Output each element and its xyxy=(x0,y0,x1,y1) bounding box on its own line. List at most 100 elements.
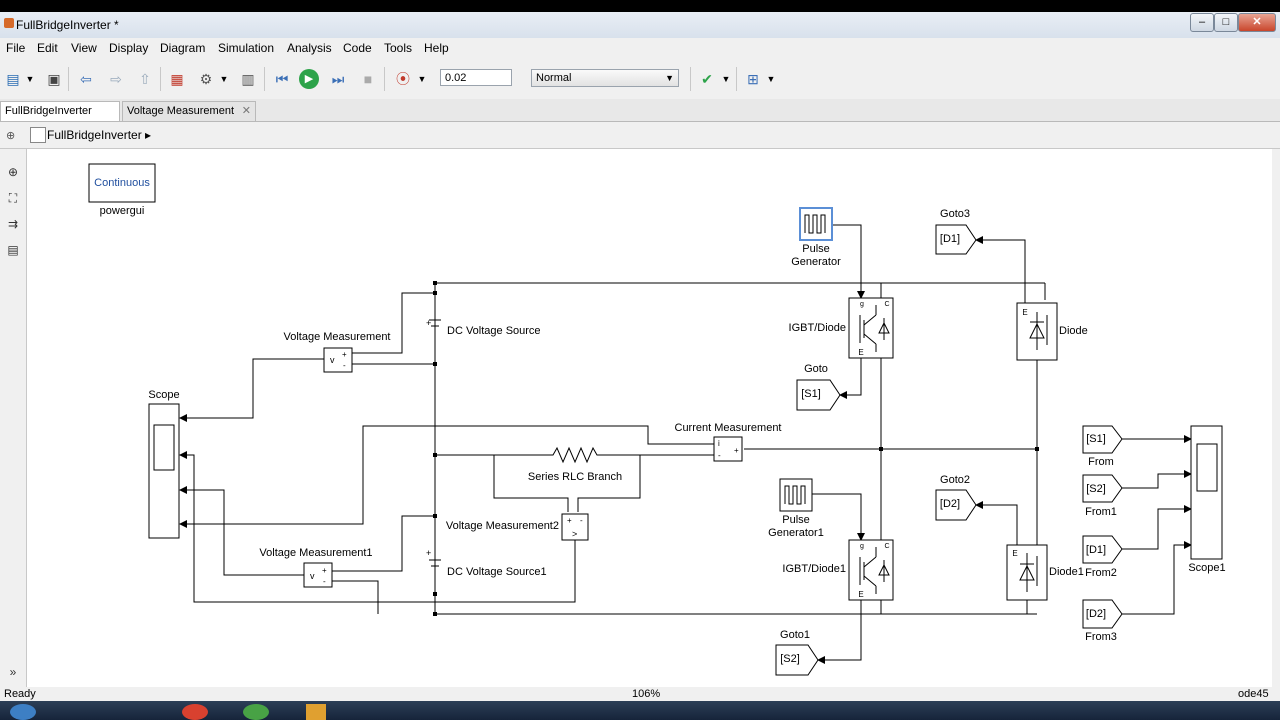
wire-rlc-vm2-minus[interactable] xyxy=(577,455,641,512)
build-icon[interactable]: ⊞ xyxy=(743,69,763,89)
cm-port-i: i xyxy=(718,439,720,448)
series-rlc-branch-block[interactable]: Series RLC Branch xyxy=(528,446,622,483)
expand-chevron-icon[interactable]: » xyxy=(5,665,21,679)
back-arrow-icon[interactable]: ⇦ xyxy=(76,69,96,89)
goto-block[interactable]: Goto [S1] xyxy=(796,363,841,411)
wire-from1-to-scope1[interactable] xyxy=(1122,470,1192,489)
vm1-port-minus: - xyxy=(323,577,326,586)
record-icon[interactable]: ⦿ xyxy=(393,69,413,89)
stop-icon[interactable]: ■ xyxy=(358,69,378,89)
igbt-port-c: C xyxy=(884,301,889,308)
menu-edit[interactable]: Edit xyxy=(37,41,58,55)
arrow-right-icon[interactable]: ⇉ xyxy=(5,217,21,231)
scope1-block[interactable]: Scope1 xyxy=(1188,425,1226,574)
powergui-block[interactable]: Continuous powergui xyxy=(88,163,156,217)
goto2-block[interactable]: Goto2 [D2] xyxy=(935,474,977,521)
model-advisor-icon[interactable]: ✔ xyxy=(697,69,717,89)
tab-fullbridgeinverter[interactable]: FullBridgeInverter xyxy=(0,101,120,121)
dc-voltage-source1-block[interactable]: + DC Voltage Source1 xyxy=(426,548,547,578)
wire-rlc-vm2-plus[interactable] xyxy=(493,455,569,512)
zoom-in-icon[interactable]: ⊕ xyxy=(5,165,21,179)
voltage-measurement2-block[interactable]: Voltage Measurement2 + - > xyxy=(446,513,589,541)
wire-vm1-to-scope[interactable] xyxy=(179,486,304,576)
gear-icon[interactable]: ⚙ xyxy=(196,69,216,89)
menu-analysis[interactable]: Analysis xyxy=(287,41,332,55)
save-icon[interactable]: ▣ xyxy=(44,69,64,89)
app-icon[interactable] xyxy=(243,704,269,720)
chevron-down-icon[interactable]: ▼ xyxy=(416,69,428,89)
close-button[interactable]: ✕ xyxy=(1238,13,1276,32)
vertical-scrollbar[interactable] xyxy=(1272,149,1280,687)
tab-voltage-measurement[interactable]: Voltage Measurement ✕ xyxy=(122,101,256,121)
from-block[interactable]: [S1] From xyxy=(1082,425,1123,468)
simulink-app-icon xyxy=(4,18,14,28)
close-icon[interactable]: ✕ xyxy=(242,102,251,121)
diode1-block[interactable]: E Diode1 xyxy=(1006,544,1084,601)
voltage-measurement-block[interactable]: Voltage Measurement v + - xyxy=(283,331,391,373)
wire-igbt1-to-goto1[interactable] xyxy=(817,600,862,664)
wire-vm-plus[interactable] xyxy=(352,292,435,354)
wire-diode1-to-goto2[interactable] xyxy=(975,501,1018,545)
chevron-down-icon[interactable]: ▼ xyxy=(720,69,732,89)
wire-vm1-minus[interactable] xyxy=(332,580,379,614)
fit-to-view-icon[interactable]: ⛶ xyxy=(5,191,21,205)
matlab-icon[interactable] xyxy=(306,704,326,720)
menu-diagram[interactable]: Diagram xyxy=(160,41,205,55)
menu-file[interactable]: File xyxy=(6,41,25,55)
igbt-diode1-block[interactable]: g C E IGBT/Diode1 xyxy=(782,539,894,601)
step-forward-icon[interactable]: ⏭ xyxy=(328,69,348,89)
forward-arrow-icon[interactable]: ⇨ xyxy=(106,69,126,89)
wire-cm-to-scope[interactable] xyxy=(179,425,714,528)
stop-time-input[interactable]: 0.02 xyxy=(440,69,512,86)
menu-help[interactable]: Help xyxy=(424,41,449,55)
menu-view[interactable]: View xyxy=(71,41,97,55)
dc-source1-label: DC Voltage Source1 xyxy=(447,566,547,578)
new-model-icon[interactable]: ▤ xyxy=(3,69,23,89)
chevron-down-icon[interactable]: ▼ xyxy=(765,69,777,89)
menu-display[interactable]: Display xyxy=(109,41,148,55)
menu-code[interactable]: Code xyxy=(343,41,372,55)
wire-diode-to-goto3[interactable] xyxy=(975,236,1026,303)
simulation-mode-select[interactable]: Normal ▼ xyxy=(531,69,679,87)
dc-voltage-source-block[interactable]: + DC Voltage Source xyxy=(426,318,541,337)
library-browser-icon[interactable]: ▦ xyxy=(167,69,187,89)
goto3-block[interactable]: Goto3 [D1] xyxy=(935,208,977,255)
model-canvas[interactable]: Continuous powergui Pulse Generator Puls… xyxy=(27,149,1272,687)
wire-from3-to-scope1[interactable] xyxy=(1122,541,1192,615)
start-button-icon[interactable] xyxy=(10,704,36,720)
igbt-diode-block[interactable]: g C E IGBT/Diode xyxy=(789,297,894,359)
minimize-button[interactable]: – xyxy=(1190,13,1214,32)
wire-from2-to-scope1[interactable] xyxy=(1122,505,1192,550)
run-icon[interactable]: ▶ xyxy=(299,69,319,89)
cm-label: Current Measurement xyxy=(675,422,782,434)
hide-explorer-icon[interactable]: ⊕ xyxy=(6,129,15,142)
maximize-button[interactable]: □ xyxy=(1214,13,1238,32)
pulse-generator-block[interactable]: Pulse Generator xyxy=(791,207,841,268)
pulse-generator1-label-1: Pulse xyxy=(782,514,810,526)
from2-block[interactable]: [D1] From2 xyxy=(1082,535,1123,579)
igbt1-label: IGBT/Diode1 xyxy=(782,563,846,575)
diode1-label: Diode1 xyxy=(1049,566,1084,578)
up-arrow-icon[interactable]: ⇧ xyxy=(135,69,155,89)
from3-block[interactable]: [D2] From3 xyxy=(1082,599,1123,643)
breadcrumb[interactable]: FullBridgeInverter ▸ xyxy=(47,128,151,142)
chevron-down-icon[interactable]: ▼ xyxy=(218,69,230,89)
step-back-icon[interactable]: ⏮ xyxy=(272,69,292,89)
chevron-down-icon[interactable]: ▼ xyxy=(24,69,36,89)
from1-block[interactable]: [S2] From1 xyxy=(1082,474,1123,518)
pulse-generator1-block[interactable]: Pulse Generator1 xyxy=(768,478,824,539)
browser-icon[interactable] xyxy=(182,704,208,720)
diode-block[interactable]: E Diode xyxy=(1016,302,1088,361)
wire-vm-to-scope[interactable] xyxy=(179,358,324,422)
solver-name[interactable]: ode45 xyxy=(1238,688,1269,700)
menu-tools[interactable]: Tools xyxy=(384,41,412,55)
igbt-label: IGBT/Diode xyxy=(789,322,846,334)
menu-simulation[interactable]: Simulation xyxy=(218,41,274,55)
diode-label: Diode xyxy=(1059,325,1088,337)
igbt1-port-e: E xyxy=(858,590,863,599)
goto1-block[interactable]: Goto1 [S2] xyxy=(775,629,819,676)
annotation-icon[interactable]: ▤ xyxy=(5,243,21,257)
wire-igbt-to-goto[interactable] xyxy=(839,358,862,399)
scope-block[interactable]: Scope xyxy=(148,389,180,539)
model-explorer-icon[interactable]: ▥ xyxy=(238,69,258,89)
